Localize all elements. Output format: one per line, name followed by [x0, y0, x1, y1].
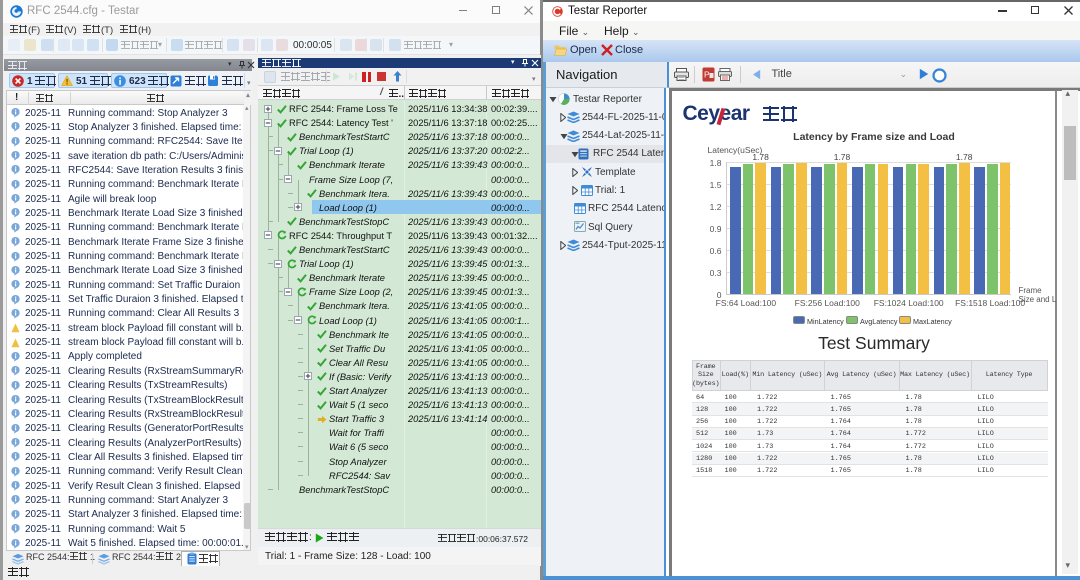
- svg-text:P: P: [704, 70, 710, 80]
